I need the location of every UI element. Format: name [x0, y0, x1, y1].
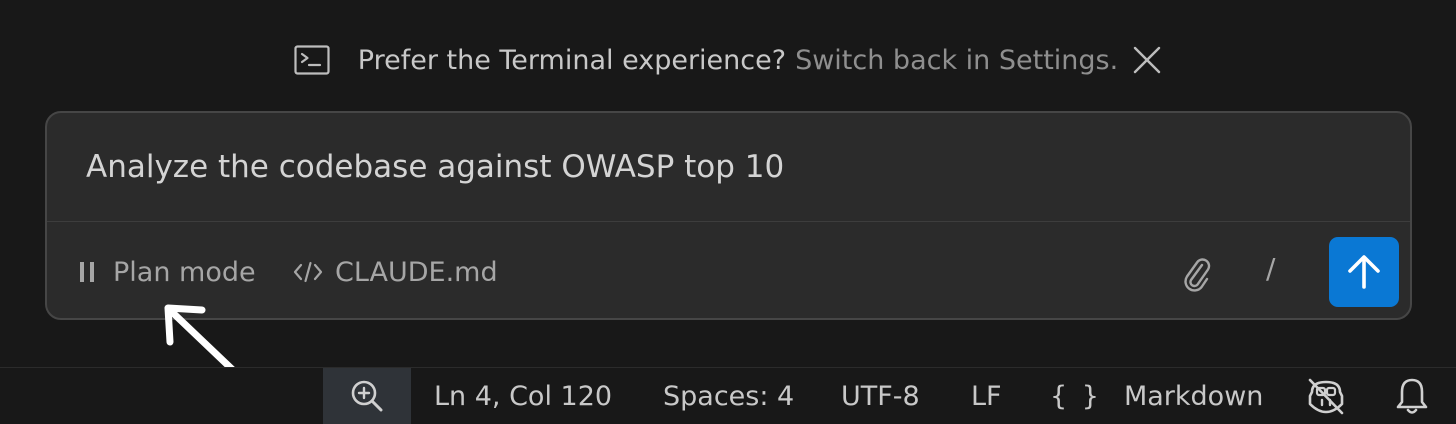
notifications-button[interactable] [1392, 368, 1432, 424]
plan-mode-label: Plan mode [113, 256, 256, 288]
zoom-button[interactable] [323, 368, 411, 424]
arrow-up-icon [1344, 252, 1384, 292]
bell-icon [1394, 376, 1430, 416]
close-icon[interactable] [1132, 45, 1162, 75]
status-bar: Ln 4, Col 120 Spaces: 4 UTF-8 LF { } Mar… [0, 367, 1456, 424]
copilot-status[interactable] [1304, 368, 1348, 424]
language-label: Markdown [1123, 380, 1264, 412]
cursor-position[interactable]: Ln 4, Col 120 [434, 368, 612, 424]
banner-message: Prefer the Terminal experience? [357, 44, 787, 76]
slash-command-button[interactable]: / [1266, 252, 1275, 285]
terminal-icon [294, 45, 330, 75]
context-file-label: CLAUDE.md [335, 256, 498, 288]
terminal-experience-banner: Prefer the Terminal experience? Switch b… [0, 38, 1456, 82]
line-ending-setting[interactable]: LF [971, 368, 1002, 424]
send-button[interactable] [1329, 237, 1399, 307]
zoom-in-icon [348, 377, 386, 415]
prompt-input[interactable]: Analyze the codebase against OWASP top 1… [47, 113, 1410, 221]
language-mode[interactable]: { } Markdown [1050, 368, 1263, 424]
encoding-setting[interactable]: UTF-8 [841, 368, 920, 424]
context-file-chip[interactable]: CLAUDE.md [293, 252, 498, 292]
pause-icon [78, 260, 96, 284]
indentation-setting[interactable]: Spaces: 4 [663, 368, 794, 424]
paperclip-icon[interactable] [1180, 256, 1212, 292]
copilot-disabled-icon [1304, 376, 1348, 416]
braces-icon: { } [1050, 380, 1102, 412]
chat-composer: Analyze the codebase against OWASP top 1… [45, 111, 1412, 320]
settings-link[interactable]: Switch back in Settings. [795, 45, 1118, 76]
code-icon [293, 260, 323, 284]
plan-mode-toggle[interactable]: Plan mode [78, 252, 256, 292]
